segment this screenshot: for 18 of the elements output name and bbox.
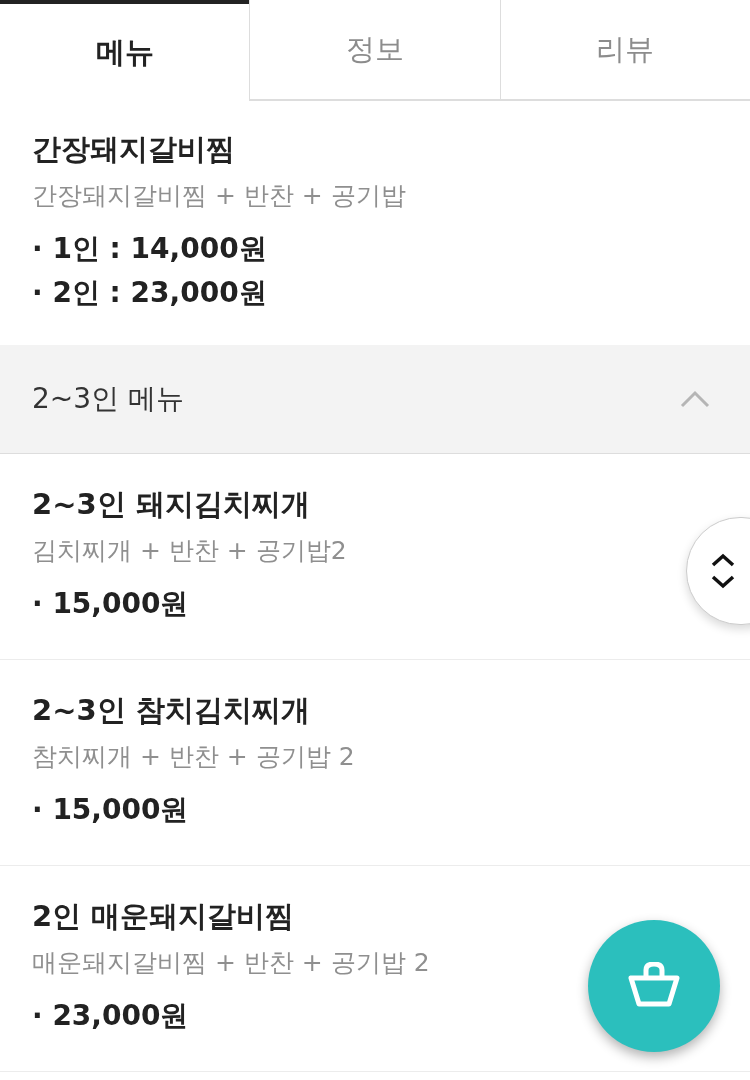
menu-item-name: 2~3인 참치김치찌개 <box>32 692 311 729</box>
menu-item-name: 간장돼지갈비찜 <box>32 131 236 168</box>
menu-item-description: 김치찌개 + 반찬 + 공기밥2 <box>32 535 348 567</box>
menu-item-description: 매운돼지갈비찜 + 반찬 + 공기밥 2 <box>32 947 431 979</box>
basket-icon <box>627 962 681 1010</box>
menu-item-name: 2~3인 돼지김치찌개 <box>32 486 311 523</box>
menu-item-price: · 1인 : 14,000원 <box>32 231 268 267</box>
section-header[interactable]: 2~3인 메뉴 <box>0 345 750 454</box>
menu-item-price: · 15,000원 <box>32 792 190 828</box>
menu-item-name: 2인 매운돼지갈비찜 <box>32 898 296 935</box>
menu-item-description: 참치찌개 + 반찬 + 공기밥 2 <box>32 741 356 773</box>
menu-item-price: · 23,000원 <box>32 998 190 1034</box>
chevron-icon <box>680 390 710 408</box>
menu-item-price: · 2인 : 23,000원 <box>32 275 268 311</box>
section-title: 2~3인 메뉴 <box>32 381 184 417</box>
up-down-chevron-icon <box>709 551 737 591</box>
menu-item-price: · 15,000원 <box>32 586 190 622</box>
menu-item-description: 간장돼지갈비찜 + 반찬 + 공기밥 <box>32 180 407 212</box>
